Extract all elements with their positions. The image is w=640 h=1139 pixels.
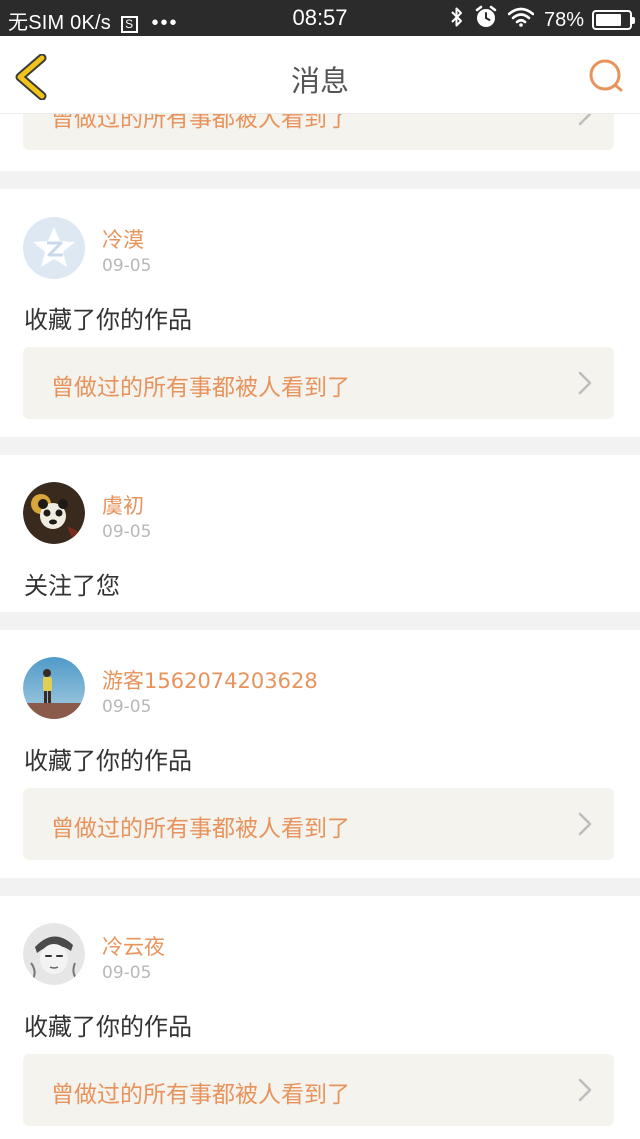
status-bar: 无SIM 0K/s S ••• 08:57 78%	[0, 0, 640, 36]
action-text: 收藏了你的作品	[24, 1013, 192, 1041]
work-title: 曾做过的所有事都被人看到了	[51, 375, 350, 401]
chevron-right-icon	[578, 812, 592, 836]
action-text: 收藏了你的作品	[24, 306, 192, 334]
battery-fill	[596, 14, 621, 26]
bluetooth-icon	[450, 6, 464, 34]
panda-avatar-icon	[23, 482, 85, 544]
username[interactable]: 冷云夜	[102, 931, 165, 961]
message-date: 09-05	[102, 522, 152, 542]
work-link[interactable]: 曾做过的所有事都被人看到了	[23, 788, 614, 860]
message-card[interactable]: 冷漠 09-05 收藏了你的作品 曾做过的所有事都被人看到了	[0, 189, 640, 437]
battery-icon	[592, 10, 635, 30]
avatar[interactable]	[23, 482, 85, 544]
qzone-star-icon	[23, 217, 85, 279]
alarm-icon	[474, 5, 498, 35]
action-text: 关注了您	[24, 572, 120, 600]
search-icon	[589, 59, 623, 92]
wifi-icon	[507, 7, 535, 33]
avatar[interactable]	[23, 217, 85, 279]
message-date: 09-05	[102, 256, 152, 276]
message-card[interactable]: 游客1562074203628 09-05 收藏了你的作品 曾做过的所有事都被人…	[0, 630, 640, 878]
message-date: 09-05	[102, 963, 152, 983]
work-title: 曾做过的所有事都被人看到了	[51, 1082, 350, 1108]
work-link[interactable]: 曾做过的所有事都被人看到了	[23, 347, 614, 419]
battery-percent: 78%	[543, 8, 584, 31]
username[interactable]: 冷漠	[102, 224, 144, 254]
status-right: 78%	[440, 5, 635, 35]
avatar[interactable]	[23, 657, 85, 719]
avatar[interactable]	[23, 923, 85, 985]
message-card[interactable]: 冷云夜 09-05 收藏了你的作品 曾做过的所有事都被人看到了	[0, 896, 640, 1139]
message-date: 09-05	[102, 697, 152, 717]
girl-sky-avatar-icon	[23, 657, 85, 719]
work-link[interactable]: 曾做过的所有事都被人看到了	[23, 1054, 614, 1126]
message-card[interactable]: 虞初 09-05 关注了您	[0, 455, 640, 612]
search-button[interactable]	[586, 56, 626, 96]
username[interactable]: 游客1562074203628	[102, 665, 318, 695]
chevron-right-icon	[578, 1078, 592, 1102]
page-title: 消息	[290, 64, 349, 98]
sketch-face-avatar-icon	[23, 923, 85, 985]
nav-bar: 消息	[0, 36, 640, 114]
username[interactable]: 虞初	[102, 490, 144, 520]
chevron-right-icon	[578, 371, 592, 395]
action-text: 收藏了你的作品	[24, 747, 192, 775]
work-title: 曾做过的所有事都被人看到了	[51, 816, 350, 842]
